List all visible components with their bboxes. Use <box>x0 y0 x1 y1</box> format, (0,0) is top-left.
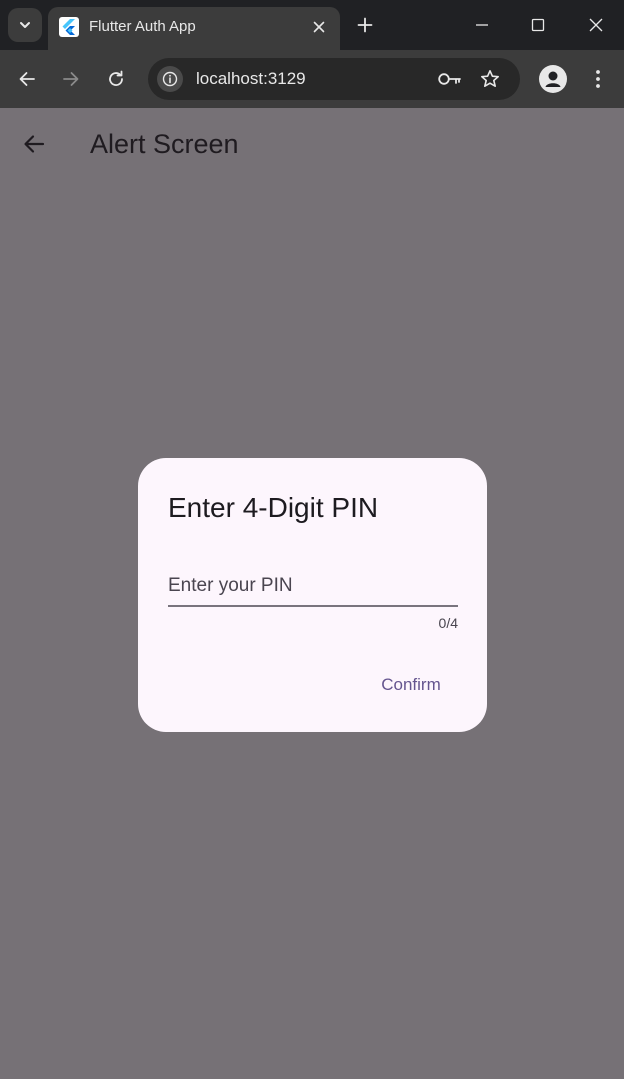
kebab-menu-icon <box>596 70 600 88</box>
arrow-left-icon <box>24 135 45 153</box>
tab-search-button[interactable] <box>8 8 42 42</box>
window-close-button[interactable] <box>581 10 611 40</box>
url-text: localhost:3129 <box>196 69 306 88</box>
person-icon <box>545 71 561 87</box>
profile-button[interactable] <box>539 65 567 93</box>
back-nav-button[interactable] <box>12 64 42 94</box>
site-info-button[interactable] <box>157 66 183 92</box>
info-icon <box>162 71 178 87</box>
reload-icon <box>109 70 123 86</box>
browser-tab[interactable]: Flutter Auth App <box>48 7 340 50</box>
password-key-button[interactable] <box>437 67 463 91</box>
pin-input-underline <box>168 605 458 607</box>
bookmark-button[interactable] <box>477 67 503 91</box>
chevron-down-icon <box>20 22 30 28</box>
pin-input[interactable] <box>168 562 458 606</box>
key-icon <box>438 73 461 85</box>
address-bar[interactable]: localhost:3129 <box>148 58 520 100</box>
pin-character-counter: 0/4 <box>438 615 458 631</box>
new-tab-button[interactable] <box>352 12 378 38</box>
app-viewport: Alert Screen Enter 4-Digit PIN 0/4 Confi… <box>0 108 624 1079</box>
browser-menu-button[interactable] <box>584 64 612 94</box>
flutter-logo-icon <box>59 17 79 37</box>
maximize-button[interactable] <box>523 10 553 40</box>
maximize-icon <box>531 18 545 32</box>
arrow-left-icon <box>19 72 35 86</box>
reload-button[interactable] <box>101 64 131 94</box>
star-icon <box>481 70 499 87</box>
close-icon <box>589 18 603 32</box>
pin-dialog: Enter 4-Digit PIN 0/4 Confirm <box>138 458 487 732</box>
pin-field <box>168 562 458 607</box>
app-back-button[interactable] <box>17 127 51 161</box>
minimize-icon <box>476 24 488 26</box>
tab-close-button[interactable] <box>308 16 330 38</box>
minimize-button[interactable] <box>467 10 497 40</box>
tab-title: Flutter Auth App <box>89 18 196 35</box>
browser-toolbar: localhost:3129 <box>0 50 624 108</box>
forward-nav-button[interactable] <box>56 64 86 94</box>
confirm-button[interactable]: Confirm <box>364 665 458 705</box>
browser-tab-strip: Flutter Auth App <box>0 0 624 50</box>
arrow-right-icon <box>63 72 79 86</box>
dialog-title: Enter 4-Digit PIN <box>168 492 379 523</box>
app-bar: Alert Screen <box>0 108 624 180</box>
close-icon <box>313 21 325 33</box>
page-title: Alert Screen <box>90 129 239 159</box>
plus-icon <box>357 17 373 33</box>
